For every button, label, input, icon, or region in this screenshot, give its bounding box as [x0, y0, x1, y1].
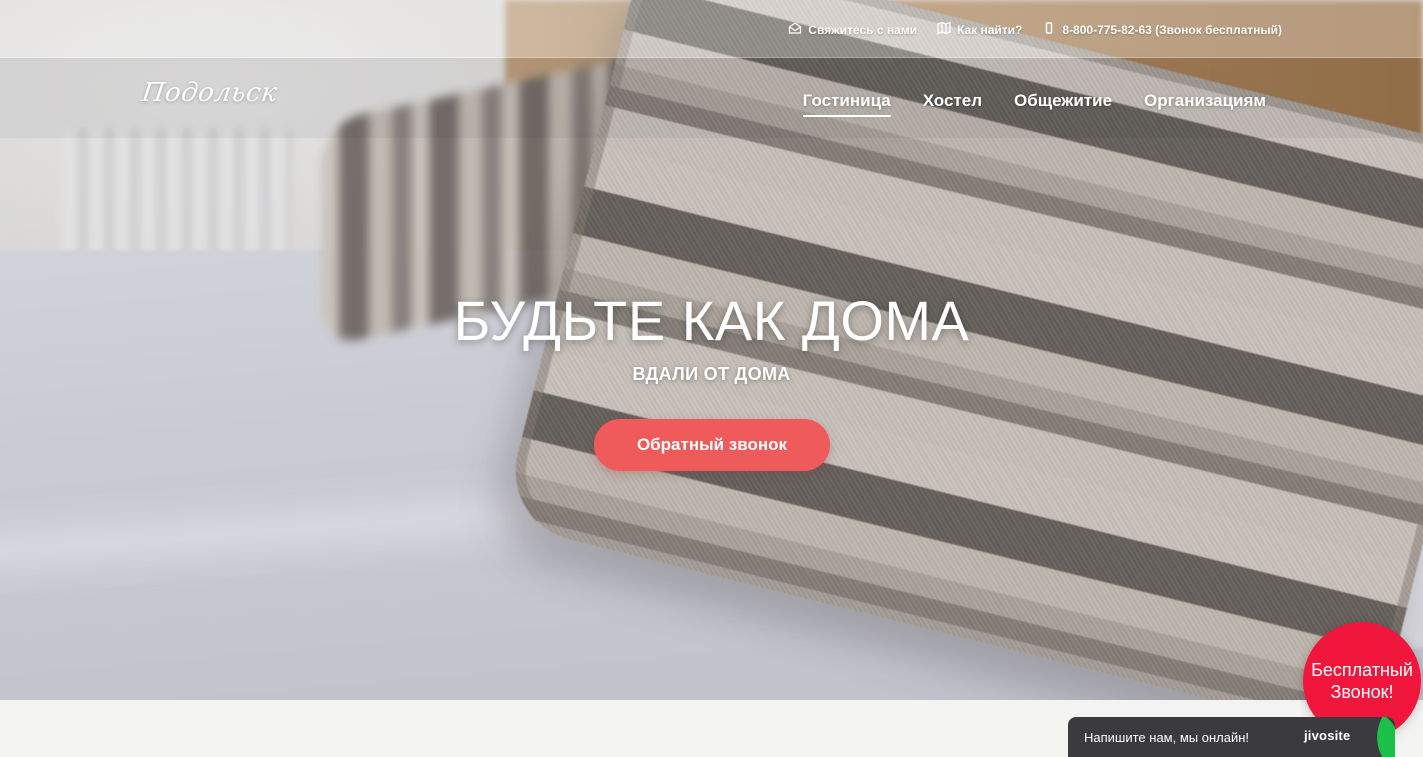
jivosite-logo: jivosite [1304, 728, 1351, 743]
callback-button[interactable]: Обратный звонок [594, 419, 830, 471]
how-to-find-label: Как найти? [957, 22, 1023, 37]
menu-item-hotel[interactable]: Гостиница [802, 91, 891, 117]
menu-item-organizations[interactable]: Организациям [1144, 91, 1266, 115]
chat-text: Напишите нам, мы онлайн! [1084, 729, 1250, 745]
free-call-line1: Бесплатный [1311, 660, 1413, 680]
chat-widget[interactable]: Напишите нам, мы онлайн! jivosite [1068, 717, 1395, 757]
map-icon [937, 21, 951, 38]
free-call-line2: Звонок! [1330, 682, 1394, 702]
top-bar-links: Свяжитесь с нами Как найти? 8-800-775-82… [788, 21, 1282, 38]
how-to-find-link[interactable]: Как найти? [937, 21, 1022, 38]
leaf-icon [1363, 717, 1395, 757]
phone-label: 8-800-775-82-63 (Звонок бесплатный) [1062, 22, 1282, 37]
menu-item-hostel[interactable]: Хостел [923, 91, 982, 115]
main-nav: Подольск Гостиница Хостел Общежитие Орга… [0, 58, 1423, 138]
envelope-icon [788, 21, 802, 38]
hero-title: БУДЬТЕ КАК ДОМА [453, 289, 970, 352]
main-menu: Гостиница Хостел Общежитие Организациям [802, 91, 1266, 117]
logo[interactable]: Подольск [140, 78, 279, 108]
top-bar: Свяжитесь с нами Как найти? 8-800-775-82… [0, 0, 1423, 58]
menu-item-dormitory[interactable]: Общежитие [1014, 91, 1112, 115]
contact-us-label: Свяжитесь с нами [808, 22, 918, 37]
phone-icon [1042, 21, 1056, 38]
contact-us-link[interactable]: Свяжитесь с нами [788, 21, 917, 38]
hero-subtitle: ВДАЛИ ОТ ДОМА [632, 364, 791, 384]
phone-link[interactable]: 8-800-775-82-63 (Звонок бесплатный) [1042, 21, 1282, 38]
